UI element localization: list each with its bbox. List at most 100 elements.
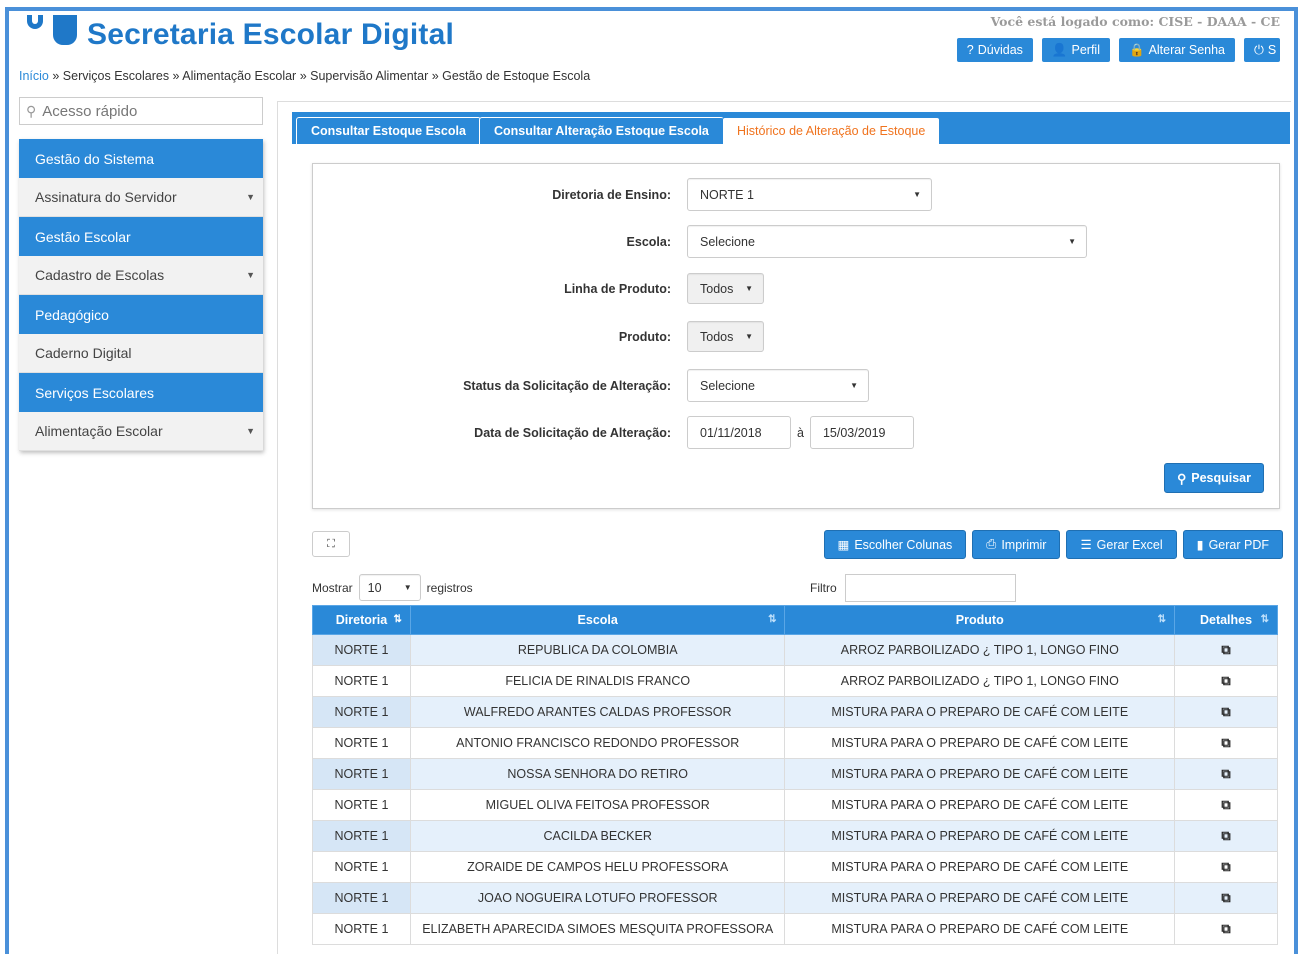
external-link-icon[interactable]: ⧉ [1221,890,1230,905]
sort-asc-icon: ⇅ [393,614,402,625]
date-to-input[interactable]: 15/03/2019 [809,416,914,449]
external-link-icon[interactable]: ⧉ [1221,859,1230,874]
logged-user-text: Você está logado como: CISE - DAAA - CE [990,14,1280,29]
column-header-detalhes[interactable]: Detalhes ⇅ [1174,605,1278,635]
column-header-escola[interactable]: Escola ⇅ [409,605,786,635]
change-password-button[interactable]: 🔒 Alterar Senha [1118,38,1235,62]
external-link-icon[interactable]: ⧉ [1221,797,1230,812]
table-row: NORTE 1 WALFREDO ARANTES CALDAS PROFESSOR… [312,696,1278,728]
print-button[interactable]: ⎙ Imprimir [972,530,1061,559]
table-row: NORTE 1 FELICIA DE RINALDIS FRANCO ARROZ P… [312,665,1278,697]
produto-select[interactable]: Todos ▼ [687,321,764,352]
excel-button[interactable]: ☰ Gerar Excel [1066,530,1177,559]
sidebar-item-assinatura-servidor[interactable]: Assinatura do Servidor ▼ [19,178,263,217]
table-toolbar: ▦ Escolher Colunas ⎙ Imprimir ☰ Gerar Excel… [823,530,1283,559]
sidebar-item-alimentacao-escolar[interactable]: Alimentação Escolar ▼ [19,412,263,451]
search-button[interactable]: ⚲ Pesquisar [1164,463,1264,493]
tab-consultar-alteracao[interactable]: Consultar Alteração Estoque Escola [479,117,724,144]
filter-row-produto: Produto: Todos ▼ [313,321,764,352]
cell-detalhes: ⧉ [1174,820,1278,852]
table-row: NORTE 1 ANTONIO FRANCISCO REDONDO PROFESS… [312,727,1278,759]
expand-button[interactable]: ⛶ [312,531,350,557]
external-link-icon[interactable]: ⧉ [1221,642,1230,657]
cell-diretoria: NORTE 1 [312,758,411,790]
caret-down-icon: ▼ [850,381,858,390]
sidebar-item-caderno-digital[interactable]: Caderno Digital [19,334,263,373]
tab-consultar-estoque[interactable]: Consultar Estoque Escola [296,117,481,144]
page-size-select[interactable]: 10 ▼ [358,574,421,601]
table-row: NORTE 1 JOAO NOGUEIRA LOTUFO PROFESSOR MIS… [312,882,1278,914]
choose-columns-button[interactable]: ▦ Escolher Colunas [823,530,967,559]
sidebar: ⚲ Acesso rápido Gestão do Sistema Assina… [19,97,263,451]
search-icon: ⚲ [1177,471,1187,486]
filter-row-status: Status da Solicitação de Alteração: Sele… [313,369,869,402]
table-row: NORTE 1 REPUBLICA DA COLOMBIA ARROZ PARBOI… [312,634,1278,666]
table-filter-input[interactable] [844,574,1016,602]
caret-down-icon: ▼ [403,583,412,592]
table-row: NORTE 1 ELIZABETH APARECIDA SIMOES MESQUI… [312,913,1278,945]
sort-icon: ⇅ [768,614,777,625]
cell-produto: MISTURA PARA O PREPARO DE CAFÉ COM LEITE [784,851,1176,883]
cell-detalhes: ⧉ [1174,696,1278,728]
diretoria-select[interactable]: NORTE 1 ▼ [687,178,932,211]
search-icon: ⚲ [26,102,37,119]
date-from-input[interactable]: 01/11/2018 [687,416,791,449]
cell-escola: ZORAIDE DE CAMPOS HELU PROFESSORA [409,851,786,883]
cell-escola: CACILDA BECKER [409,820,786,852]
caret-down-icon: ▼ [246,192,255,202]
cell-produto: MISTURA PARA O PREPARO DE CAFÉ COM LEITE [784,789,1176,821]
sidebar-menu: Gestão do Sistema Assinatura do Servidor… [19,139,263,451]
table-row: NORTE 1 ZORAIDE DE CAMPOS HELU PROFESSORA… [312,851,1278,883]
external-link-icon[interactable]: ⧉ [1221,921,1230,936]
cell-produto: MISTURA PARA O PREPARO DE CAFÉ COM LEITE [784,913,1176,945]
caret-down-icon: ▼ [745,284,753,293]
profile-button[interactable]: 👤 Perfil [1041,38,1110,62]
linha-produto-select[interactable]: Todos ▼ [687,273,764,304]
sidebar-section-gestao-escolar[interactable]: Gestão Escolar [19,217,263,256]
filter-row-escola: Escola: Selecione ▼ [313,225,1087,258]
caret-down-icon: ▼ [745,332,753,341]
external-link-icon[interactable]: ⧉ [1221,735,1230,750]
caret-down-icon: ▼ [246,426,255,436]
logout-button[interactable]: ⏻ S [1244,38,1280,62]
filter-row-data: Data de Solicitação de Alteração: 01/11/… [313,416,914,449]
column-header-produto[interactable]: Produto ⇅ [784,605,1176,635]
quick-access-input[interactable]: ⚲ Acesso rápido [19,97,263,125]
table-filter: Filtro [810,574,1016,602]
cell-diretoria: NORTE 1 [312,882,411,914]
filter-row-diretoria: Diretoria de Ensino: NORTE 1 ▼ [313,178,932,211]
cell-detalhes: ⧉ [1174,851,1278,883]
sidebar-section-gestao-sistema[interactable]: Gestão do Sistema [19,139,263,178]
caret-down-icon: ▼ [246,270,255,280]
cell-escola: WALFREDO ARANTES CALDAS PROFESSOR [409,696,786,728]
table-row: NORTE 1 MIGUEL OLIVA FEITOSA PROFESSOR MIS… [312,789,1278,821]
app-frame: Secretaria Escolar Digital Você está log… [5,7,1298,954]
cell-produto: MISTURA PARA O PREPARO DE CAFÉ COM LEITE [784,820,1176,852]
column-header-diretoria[interactable]: Diretoria ⇅ [312,605,411,635]
cell-escola: MIGUEL OLIVA FEITOSA PROFESSOR [409,789,786,821]
caret-down-icon: ▼ [1068,237,1076,246]
help-button[interactable]: ? Dúvidas [956,38,1033,62]
sidebar-item-cadastro-escolas[interactable]: Cadastro de Escolas ▼ [19,256,263,295]
breadcrumb-home-link[interactable]: Início [19,69,49,83]
brand[interactable]: Secretaria Escolar Digital [23,15,454,55]
tab-historico-alteracao[interactable]: Histórico de Alteração de Estoque [722,117,941,144]
cell-produto: MISTURA PARA O PREPARO DE CAFÉ COM LEITE [784,882,1176,914]
caret-down-icon: ▼ [913,190,921,199]
pdf-button[interactable]: ▮ Gerar PDF [1182,530,1283,559]
columns-icon: ▦ [837,538,850,552]
escola-select[interactable]: Selecione ▼ [687,225,1087,258]
user-icon: 👤 [1051,42,1068,57]
cell-escola: NOSSA SENHORA DO RETIRO [409,758,786,790]
external-link-icon[interactable]: ⧉ [1221,704,1230,719]
main-content: Consultar Estoque Escola Consultar Alter… [277,101,1291,954]
status-select[interactable]: Selecione ▼ [687,369,869,402]
external-link-icon[interactable]: ⧉ [1221,673,1230,688]
external-link-icon[interactable]: ⧉ [1221,766,1230,781]
cell-detalhes: ⧉ [1174,913,1278,945]
page-size-control: Mostrar 10 ▼ registros [312,574,473,601]
external-link-icon[interactable]: ⧉ [1221,828,1230,843]
sidebar-section-pedagogico[interactable]: Pedagógico [19,295,263,334]
sidebar-section-servicos-escolares[interactable]: Serviços Escolares [19,373,263,412]
lock-icon: 🔒 [1128,42,1145,57]
